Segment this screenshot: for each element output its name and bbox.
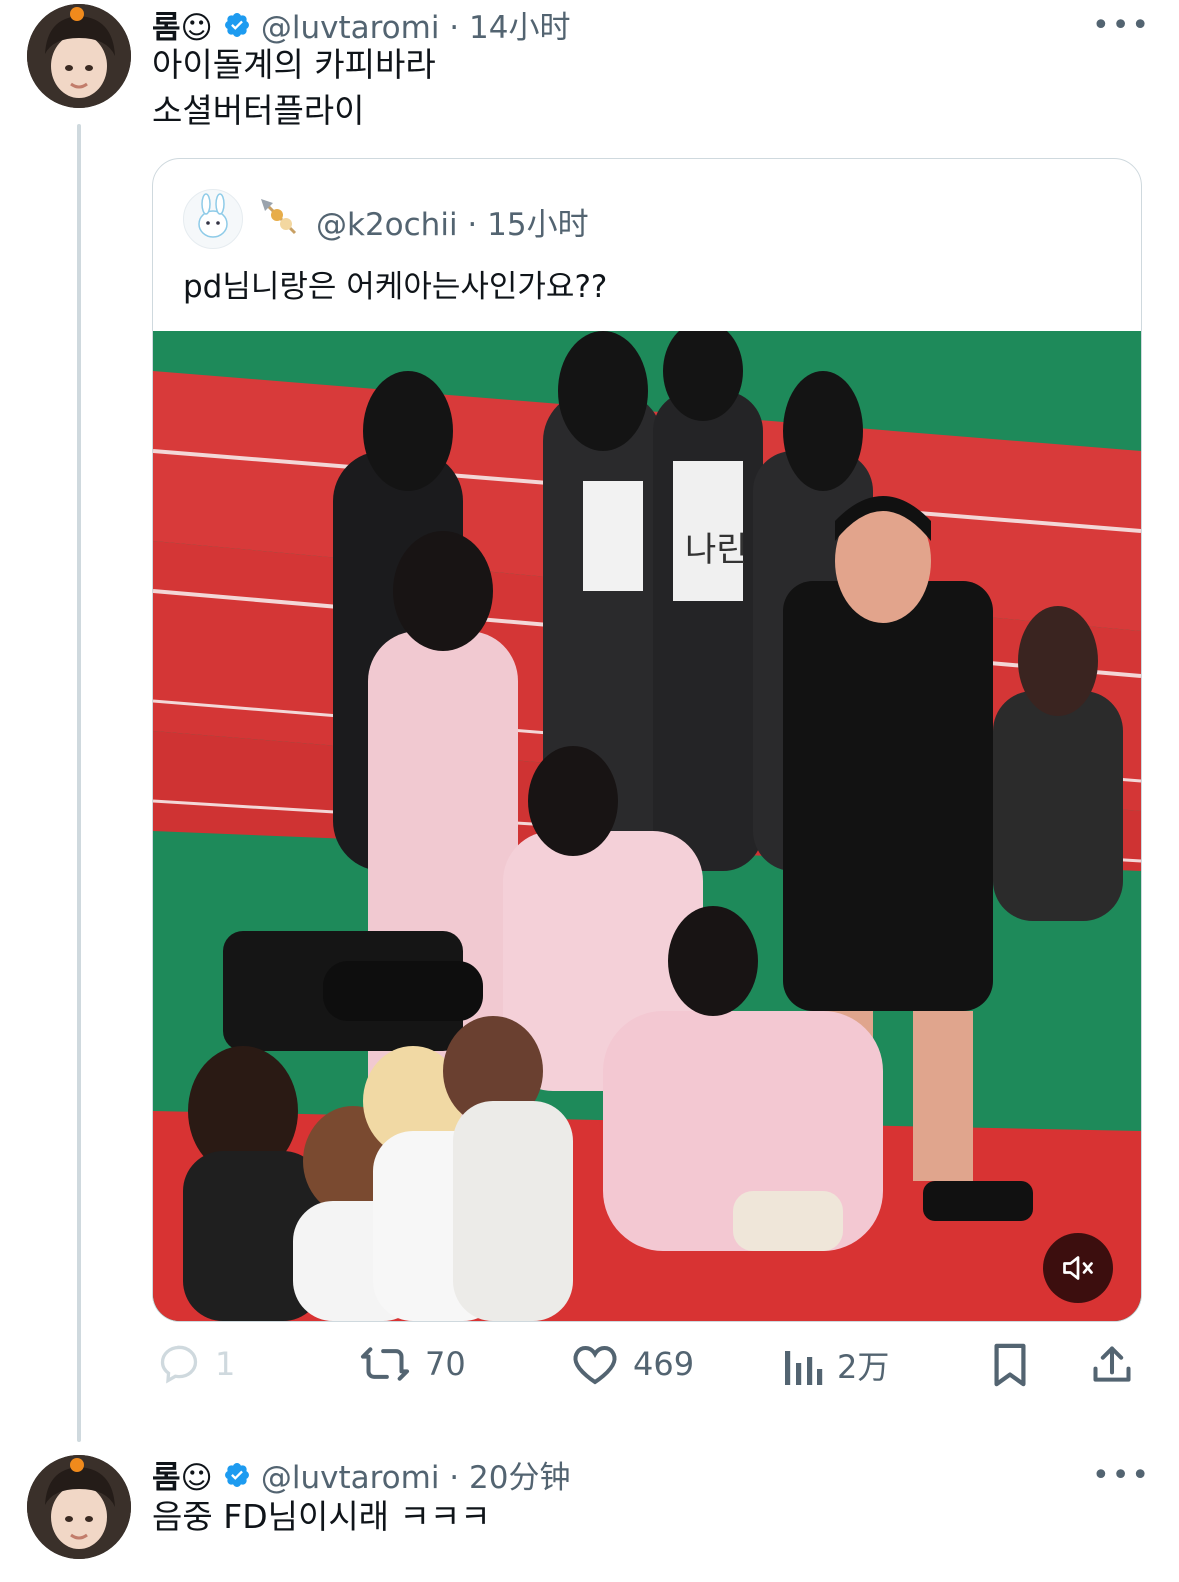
handle-time: @luvtaromi · 14小时 <box>260 10 571 46</box>
tweet1-header: 롬☺ @luvtaromi · 14小时 <box>152 2 570 47</box>
display-name[interactable]: 롬☺ <box>152 2 213 47</box>
views-icon <box>785 1351 823 1385</box>
quote-text: pd님니랑은 어케아는사인가요?? <box>183 269 608 305</box>
tweet-text: 음중 FD님이시래 ㅋㅋㅋ <box>152 1497 491 1536</box>
quote-avatar[interactable] <box>183 189 243 249</box>
retweet-icon <box>360 1347 410 1381</box>
reply-count: 1 <box>215 1345 236 1383</box>
like-count: 469 <box>633 1345 695 1383</box>
quote-tweet-card[interactable]: @k2ochii · 15小时 pd님니랑은 어케아는사인가요?? 나린 <box>152 158 1142 1322</box>
avatar[interactable] <box>27 1455 131 1559</box>
skewer-emoji-icon <box>257 195 301 243</box>
handle-time: @luvtaromi · 20分钟 <box>260 1460 571 1496</box>
mute-icon <box>1063 1256 1093 1280</box>
thread-line <box>77 124 81 1442</box>
reply-icon <box>160 1345 198 1384</box>
tweet2-header: 롬☺ @luvtaromi · 20分钟 <box>152 1452 570 1497</box>
verified-icon <box>224 12 249 37</box>
reply-button[interactable]: 1 <box>157 1342 235 1386</box>
retweet-button[interactable]: 70 <box>359 1342 466 1386</box>
more-options-icon[interactable]: ••• <box>1092 8 1151 43</box>
bookmark-icon <box>994 1343 1026 1387</box>
bib-text: 나린 <box>685 530 748 570</box>
display-name[interactable]: 롬☺ <box>152 1452 213 1497</box>
like-icon <box>573 1345 617 1385</box>
mute-button[interactable] <box>1043 1233 1113 1303</box>
share-icon <box>1093 1346 1131 1382</box>
like-button[interactable]: 469 <box>571 1342 694 1386</box>
verified-icon <box>224 1462 249 1487</box>
tweet-line-2: 소셜버터플라이 <box>152 91 365 130</box>
share-button[interactable] <box>1090 1342 1134 1392</box>
view-count: 2万 <box>837 1348 890 1386</box>
more-options-icon[interactable]: ••• <box>1092 1458 1151 1493</box>
video-thumbnail[interactable]: 나린 <box>153 331 1141 1321</box>
avatar[interactable] <box>27 4 131 108</box>
quote-handle-time: @k2ochii · 15小时 <box>316 207 589 243</box>
tweet-line-1: 아이돌계의 카피바라 <box>152 45 436 84</box>
retweet-count: 70 <box>425 1345 466 1383</box>
tweet-text: 아이돌계의 카피바라 소셜버터플라이 <box>152 42 436 134</box>
video-frame: 나린 <box>153 331 1141 1321</box>
views-button[interactable]: 2万 <box>783 1342 889 1388</box>
bookmark-button[interactable] <box>990 1342 1030 1392</box>
